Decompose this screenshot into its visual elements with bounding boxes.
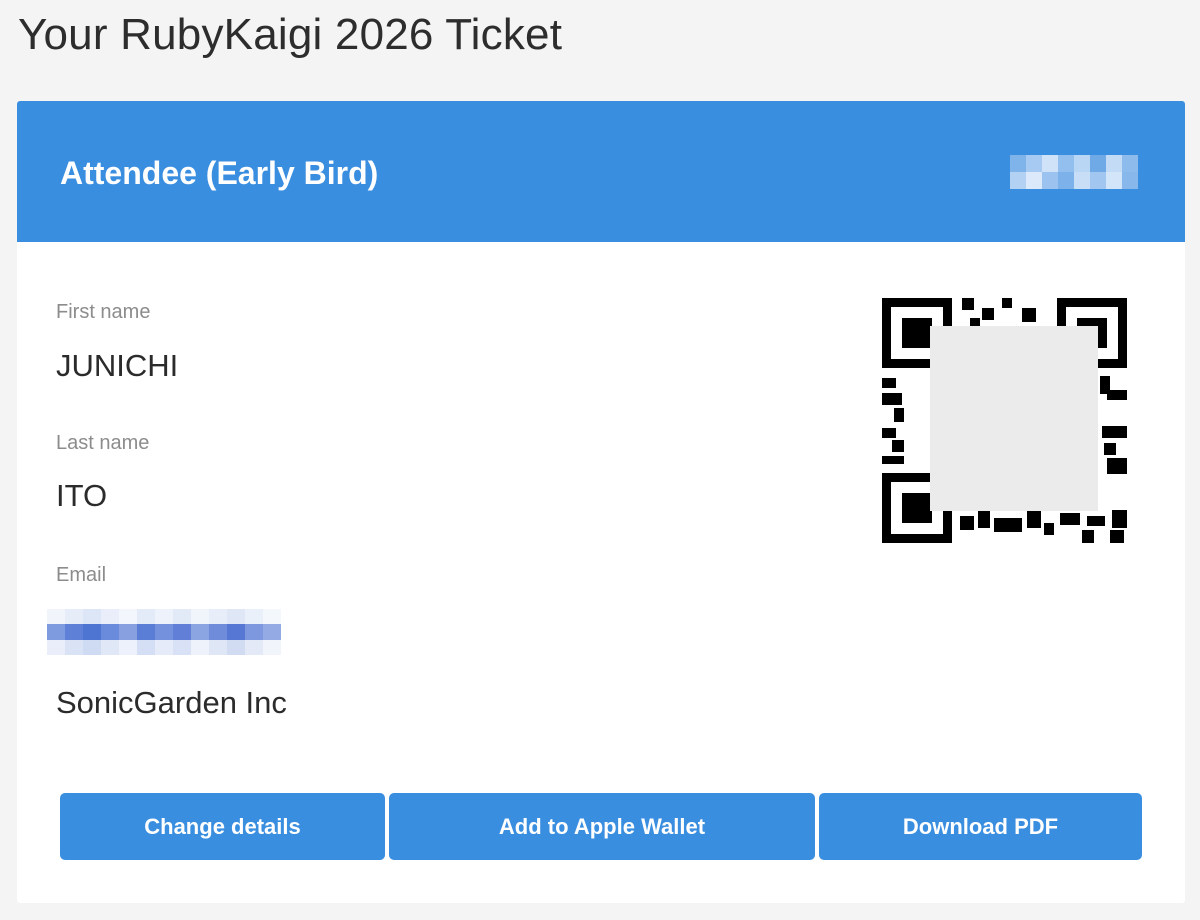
- page-title: Your RubyKaigi 2026 Ticket: [18, 10, 563, 59]
- change-details-button[interactable]: Change details: [60, 793, 385, 860]
- email-value-redacted: [47, 609, 281, 655]
- add-to-apple-wallet-button[interactable]: Add to Apple Wallet: [389, 793, 815, 860]
- ticket-code-redacted: [1010, 155, 1138, 189]
- email-label: Email: [56, 564, 107, 586]
- ticket-card: Attendee (Early Bird) First name JUNICHI…: [17, 101, 1185, 903]
- ticket-header: Attendee (Early Bird): [17, 101, 1185, 242]
- last-name-value: ITO: [56, 478, 108, 513]
- last-name-label: Last name: [56, 432, 150, 454]
- download-pdf-button[interactable]: Download PDF: [819, 793, 1142, 860]
- first-name-value: JUNICHI: [56, 348, 179, 383]
- first-name-label: First name: [56, 301, 151, 323]
- ticket-type-label: Attendee (Early Bird): [60, 155, 379, 191]
- qr-code-icon: [882, 298, 1127, 543]
- company-value: SonicGarden Inc: [56, 685, 287, 720]
